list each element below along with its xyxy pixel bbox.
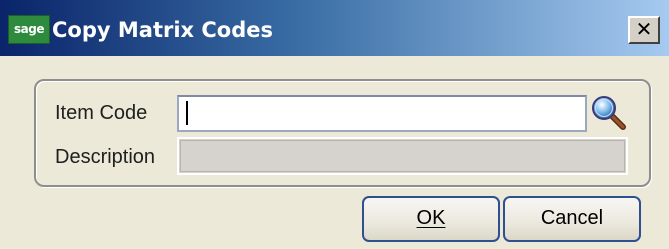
ok-button-label: OK	[416, 207, 446, 229]
window-title: Copy Matrix Codes	[52, 18, 274, 42]
description-field	[177, 137, 628, 175]
close-button[interactable]: ✕	[628, 16, 660, 44]
ok-button[interactable]: OK	[362, 196, 500, 242]
copy-matrix-codes-dialog: sage Copy Matrix Codes ✕ Item Code Descr…	[0, 0, 669, 249]
sage-logo-icon: sage	[8, 15, 50, 44]
description-label: Description	[55, 146, 156, 168]
item-code-label: Item Code	[55, 102, 148, 124]
cancel-button[interactable]: Cancel	[503, 196, 641, 242]
title-bar[interactable]: sage Copy Matrix Codes ✕	[0, 0, 669, 56]
text-caret	[186, 101, 188, 125]
magnifier-icon[interactable]	[590, 94, 628, 132]
cancel-button-label: Cancel	[540, 207, 604, 229]
item-code-input[interactable]	[177, 95, 587, 132]
